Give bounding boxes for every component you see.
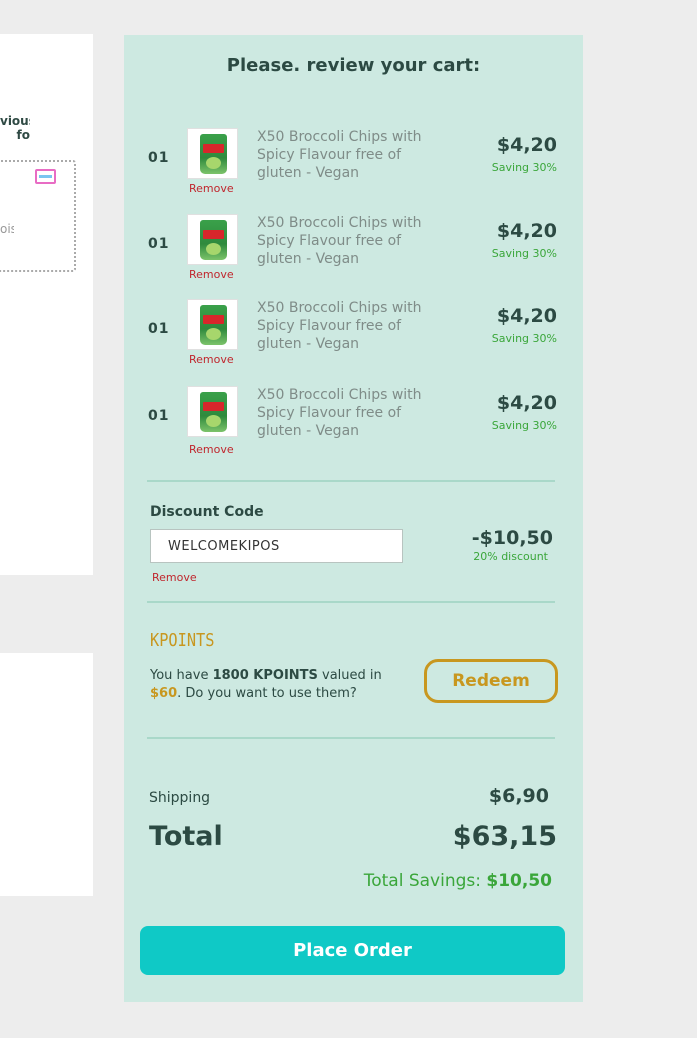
discount-amount: -$10,50 (471, 527, 553, 549)
shipping-value: $6,90 (488, 785, 549, 807)
cart-item: 01 Remove X50 Broccoli Chips with Spicy … (124, 214, 583, 294)
cart-item: 01 Remove X50 Broccoli Chips with Spicy … (124, 299, 583, 379)
kpoints-text-prefix: You have (150, 668, 213, 683)
chips-bag-icon (200, 134, 227, 174)
item-price: $4,20 (496, 392, 557, 414)
remove-item-link[interactable]: Remove (189, 443, 234, 456)
item-price: $4,20 (496, 220, 557, 242)
remove-item-link[interactable]: Remove (189, 182, 234, 195)
item-price: $4,20 (496, 134, 557, 156)
section-divider (147, 601, 555, 603)
shipping-label: Shipping (149, 790, 211, 806)
left-label-line2: fo (16, 128, 30, 142)
discount-code-label: Discount Code (150, 504, 264, 520)
item-quantity: 01 (148, 150, 170, 166)
item-saving: Saving 30% (491, 247, 557, 260)
place-order-button[interactable]: Place Order (140, 926, 565, 975)
remove-item-link[interactable]: Remove (189, 268, 234, 281)
item-saving: Saving 30% (491, 332, 557, 345)
section-divider (147, 480, 555, 482)
item-quantity: 01 (148, 321, 170, 337)
cart-item: 01 Remove X50 Broccoli Chips with Spicy … (124, 386, 583, 466)
item-quantity: 01 (148, 236, 170, 252)
item-saving: Saving 30% (491, 161, 557, 174)
total-savings: Total Savings: $10,50 (364, 871, 552, 891)
redeem-button[interactable]: Redeem (424, 659, 558, 703)
kpoints-value: $60 (150, 686, 178, 701)
item-quantity: 01 (148, 408, 170, 424)
left-section-label: vious fo (0, 114, 30, 142)
total-label: Total (149, 821, 223, 852)
product-thumbnail[interactable] (187, 299, 238, 350)
left-label-line1: vious (0, 114, 30, 128)
total-value: $63,15 (452, 821, 557, 852)
item-saving: Saving 30% (491, 419, 557, 432)
remove-item-link[interactable]: Remove (189, 353, 234, 366)
product-thumbnail[interactable] (187, 214, 238, 265)
product-thumbnail[interactable] (187, 386, 238, 437)
left-secondary-panel (0, 653, 93, 896)
chips-bag-icon (200, 392, 227, 432)
cart-title: Please. review your cart: (226, 55, 481, 76)
item-name: X50 Broccoli Chips with Spicy Flavour fr… (257, 129, 422, 181)
payment-option-text: ois (0, 222, 14, 236)
discount-code-input[interactable] (150, 529, 403, 563)
cart-item: 01 Remove X50 Broccoli Chips with Spicy … (124, 128, 583, 208)
left-form-panel: vious fo ois (0, 34, 93, 575)
discount-percent: 20% discount (473, 550, 548, 563)
savings-label: Total Savings: (363, 871, 487, 891)
kpoints-amount: 1800 KPOINTS (212, 668, 318, 683)
item-name: X50 Broccoli Chips with Spicy Flavour fr… (257, 300, 422, 352)
remove-discount-link[interactable]: Remove (152, 571, 197, 584)
kpoints-text-mid: valued in (317, 668, 382, 683)
section-divider (147, 737, 555, 739)
item-name: X50 Broccoli Chips with Spicy Flavour fr… (257, 215, 422, 267)
kpoints-logo: KPOINTS (150, 630, 215, 651)
item-name: X50 Broccoli Chips with Spicy Flavour fr… (257, 387, 422, 439)
kpoints-message: You have 1800 KPOINTS valued in $60. Do … (150, 667, 410, 703)
cart-review-panel: Please. review your cart: 01 Remove X50 … (124, 35, 583, 1002)
savings-value: $10,50 (486, 871, 552, 891)
kpoints-text-suffix: . Do you want to use them? (177, 686, 357, 701)
chips-bag-icon (200, 220, 227, 260)
chips-bag-icon (200, 305, 227, 345)
credit-card-icon (35, 169, 56, 184)
item-price: $4,20 (496, 305, 557, 327)
product-thumbnail[interactable] (187, 128, 238, 179)
